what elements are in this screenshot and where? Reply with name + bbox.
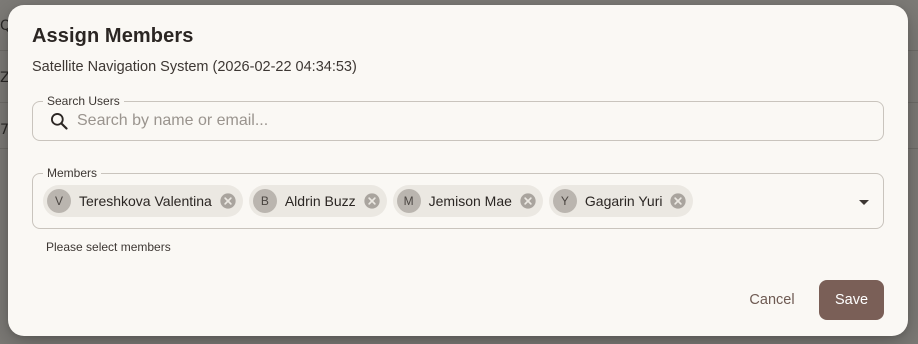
members-select[interactable]: Members V Tereshkova Valentina B Aldrin … [32, 166, 884, 229]
member-chip: V Tereshkova Valentina [43, 185, 243, 217]
search-users-field[interactable]: Search Users [32, 94, 884, 141]
remove-chip-icon[interactable] [362, 191, 382, 211]
search-input[interactable] [77, 102, 867, 140]
save-button[interactable]: Save [819, 280, 884, 320]
remove-chip-icon[interactable] [668, 191, 688, 211]
member-chips: V Tereshkova Valentina B Aldrin Buzz M J… [43, 185, 694, 217]
cancel-button[interactable]: Cancel [736, 280, 808, 320]
member-chip-label: Aldrin Buzz [284, 193, 356, 209]
search-icon [51, 113, 68, 130]
chevron-down-icon[interactable] [857, 197, 871, 207]
member-chip: B Aldrin Buzz [248, 185, 387, 217]
member-chip-label: Jemison Mae [428, 193, 512, 209]
member-chip-label: Tereshkova Valentina [79, 193, 212, 209]
avatar: V [47, 189, 71, 213]
dialog-title: Assign Members [32, 25, 194, 47]
member-chip-label: Gagarin Yuri [584, 193, 663, 209]
avatar: B [252, 189, 277, 213]
member-chip: M Jemison Mae [392, 185, 543, 217]
avatar: Y [552, 189, 577, 213]
member-chip: Y Gagarin Yuri [548, 185, 694, 217]
members-label: Members [43, 166, 102, 180]
members-helper-text: Please select members [46, 240, 171, 254]
dialog-subtitle: Satellite Navigation System (2026-02-22 … [32, 59, 357, 75]
avatar: M [396, 189, 421, 213]
remove-chip-icon[interactable] [518, 191, 538, 211]
assign-members-dialog: Assign Members Satellite Navigation Syst… [8, 5, 908, 336]
remove-chip-icon[interactable] [218, 191, 238, 211]
